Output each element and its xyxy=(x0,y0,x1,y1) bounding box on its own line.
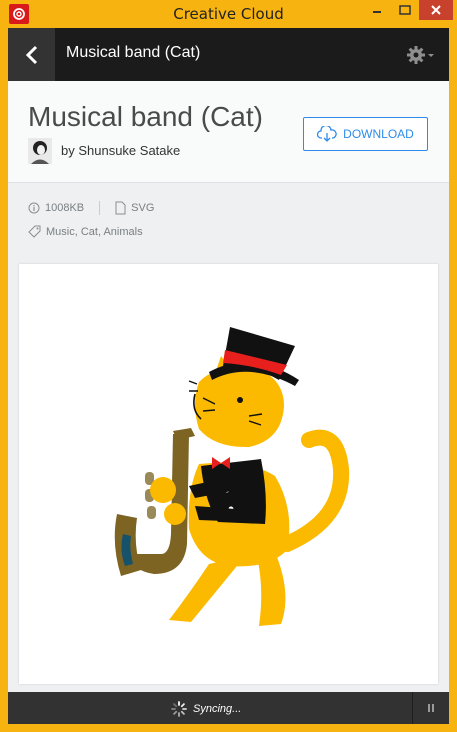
chevron-down-icon xyxy=(428,54,434,57)
status-bar: Syncing... xyxy=(8,692,449,724)
download-label: DOWNLOAD xyxy=(343,127,414,141)
file-format: SVG xyxy=(131,202,155,214)
file-size: 1008KB xyxy=(45,202,85,214)
spinner-icon xyxy=(171,701,187,717)
meta-row-tags: Music, Cat, Animals xyxy=(28,225,143,238)
meta-row-file: 1008KB SVG xyxy=(28,201,154,215)
settings-button[interactable] xyxy=(406,44,442,66)
author-avatar xyxy=(28,138,52,164)
header-title: Musical band (Cat) xyxy=(66,44,201,61)
author-name[interactable]: by Shunsuke Satake xyxy=(61,143,180,158)
chevron-left-icon xyxy=(25,45,37,64)
sync-status-text: Syncing... xyxy=(193,703,242,715)
tag-icon xyxy=(28,225,41,238)
asset-tags[interactable]: Music, Cat, Animals xyxy=(46,226,143,238)
sync-status: Syncing... xyxy=(171,701,241,717)
pause-button[interactable] xyxy=(412,692,449,724)
asset-info-panel: Musical band (Cat) by Shunsuke Satake DO… xyxy=(8,81,449,183)
pause-icon xyxy=(428,704,434,712)
maximize-button[interactable] xyxy=(392,0,418,20)
app-frame: Musical band (Cat) Musical band (Cat) by… xyxy=(8,28,449,724)
minimize-button[interactable] xyxy=(364,0,390,20)
asset-preview xyxy=(19,264,438,684)
asset-meta: 1008KB SVG Music, Cat, Animals xyxy=(8,184,449,256)
asset-title: Musical band (Cat) xyxy=(28,101,263,132)
info-icon xyxy=(28,202,40,214)
meta-divider xyxy=(99,201,101,215)
back-button[interactable] xyxy=(8,28,55,81)
file-icon xyxy=(115,201,126,215)
close-button[interactable] xyxy=(419,0,453,20)
app-header: Musical band (Cat) xyxy=(8,28,449,81)
download-button[interactable]: DOWNLOAD xyxy=(303,117,428,151)
cloud-download-icon xyxy=(317,126,337,142)
window-titlebar: Creative Cloud xyxy=(0,0,457,28)
cat-saxophone-illustration xyxy=(114,327,350,626)
gear-icon xyxy=(407,46,425,64)
